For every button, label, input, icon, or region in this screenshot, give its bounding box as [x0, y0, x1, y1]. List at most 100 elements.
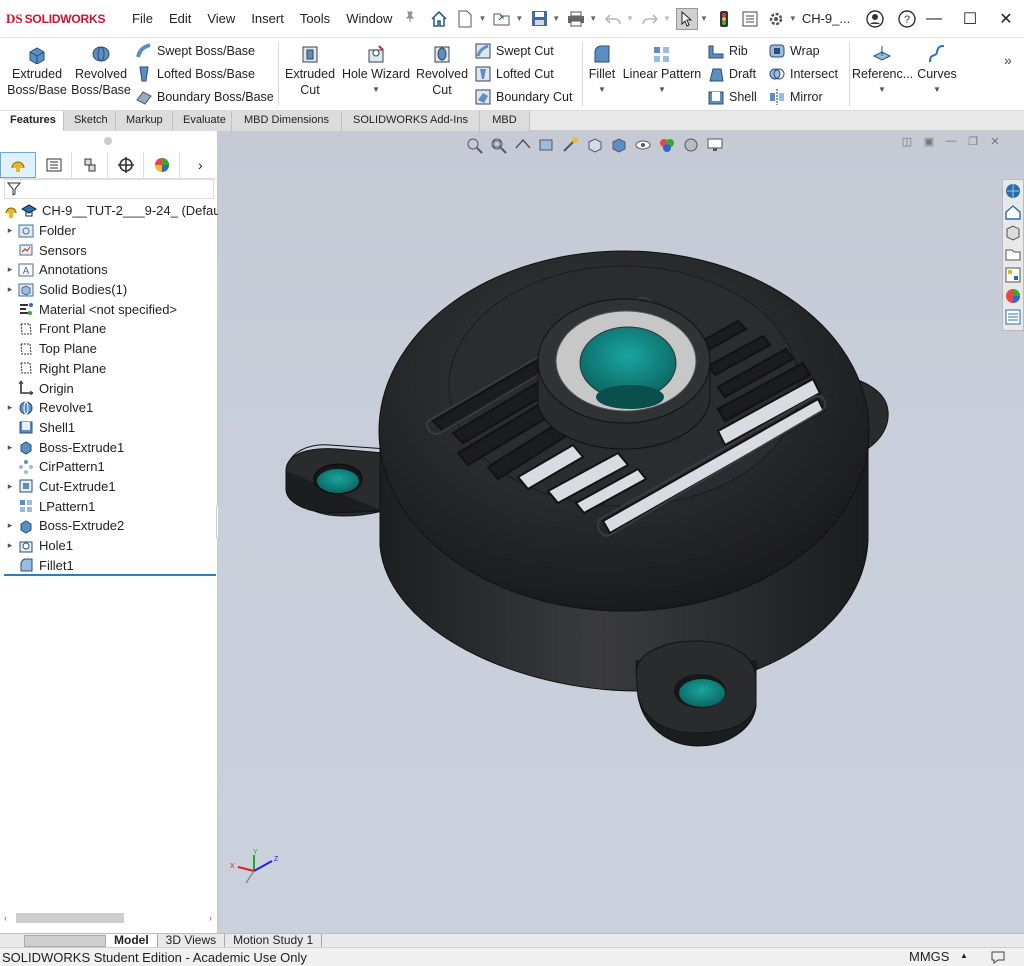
tab-model[interactable]: Model — [106, 934, 158, 947]
tab-mbd[interactable]: MBD — [480, 111, 530, 131]
scroll-right-icon[interactable]: › — [209, 913, 212, 923]
tab-motion-study-1[interactable]: Motion Study 1 — [225, 934, 323, 947]
menu-file[interactable]: File — [124, 0, 161, 38]
unit-system-selector[interactable]: MMGS — [909, 949, 949, 964]
menu-tools[interactable]: Tools — [292, 0, 338, 38]
minimize-icon[interactable]: — — [916, 10, 952, 28]
chevron-down-icon[interactable]: ▼ — [700, 14, 708, 23]
tree-item-fillet1[interactable]: Fillet1 — [0, 555, 218, 575]
help-icon[interactable]: ? — [896, 8, 918, 30]
linear-pattern-button[interactable]: Linear Pattern ▼ — [622, 40, 702, 98]
extruded-boss-button[interactable]: Extruded Boss/Base — [6, 40, 68, 98]
graphics-area[interactable]: ◫ ▣ — ❐ ✕ Y X Z — [218, 131, 1024, 933]
chevron-down-icon[interactable]: ▼ — [478, 14, 486, 23]
undo-icon[interactable] — [602, 8, 624, 30]
revolved-cut-button[interactable]: Revolved Cut — [414, 40, 470, 98]
tree-item-revolve1[interactable]: ▸ Revolve1 — [0, 398, 218, 418]
chevron-right-icon[interactable]: › — [198, 157, 203, 173]
tree-item-material-not-specified[interactable]: Material <not specified> — [0, 299, 218, 319]
tab-evaluate[interactable]: Evaluate — [173, 111, 232, 131]
rollback-bar[interactable] — [4, 574, 216, 576]
expand-arrow-icon[interactable]: ▸ — [4, 540, 16, 551]
tree-item-boss-extrude1[interactable]: ▸ Boss-Extrude1 — [0, 437, 218, 457]
tree-root-part[interactable]: CH-9__TUT-2___9-24_ (Defau — [0, 201, 218, 221]
account-icon[interactable] — [864, 8, 886, 30]
expand-arrow-icon[interactable]: ▸ — [4, 442, 16, 453]
tab-scroll-buttons[interactable] — [24, 934, 106, 947]
tree-item-top-plane[interactable]: Top Plane — [0, 339, 218, 359]
chevron-down-icon[interactable]: ▼ — [663, 14, 671, 23]
dimxpert-manager-tab-icon[interactable] — [108, 151, 144, 178]
expand-arrow-icon[interactable]: ▸ — [4, 520, 16, 531]
rib-button[interactable]: Rib — [707, 40, 748, 62]
pin-icon[interactable] — [400, 0, 420, 38]
customize-status-icon[interactable] — [990, 950, 1006, 966]
configuration-manager-tab-icon[interactable] — [72, 151, 108, 178]
tab-solidworks-add-ins[interactable]: SOLIDWORKS Add-Ins — [342, 111, 480, 131]
tree-item-origin[interactable]: Origin — [0, 378, 218, 398]
chevron-down-icon[interactable]: ▼ — [340, 82, 412, 98]
property-manager-tab-icon[interactable] — [36, 151, 72, 178]
redo-icon[interactable] — [639, 8, 661, 30]
menu-window[interactable]: Window — [338, 0, 400, 38]
tab-3d-views[interactable]: 3D Views — [158, 934, 226, 947]
panel-collapse-handle[interactable] — [104, 137, 112, 145]
open-folder-icon[interactable] — [491, 8, 513, 30]
chevron-down-icon[interactable]: ▼ — [585, 82, 619, 98]
tree-filter-input[interactable] — [4, 179, 214, 199]
rebuild-traffic-light-icon[interactable] — [713, 8, 735, 30]
scroll-left-icon[interactable]: ‹ — [4, 913, 7, 923]
chevron-down-icon[interactable]: ▼ — [789, 14, 797, 23]
tree-item-front-plane[interactable]: Front Plane — [0, 319, 218, 339]
part-model-render[interactable] — [218, 131, 1024, 933]
swept-boss-button[interactable]: Swept Boss/Base — [135, 40, 255, 62]
extruded-cut-button[interactable]: Extruded Cut — [281, 40, 339, 98]
save-icon[interactable] — [528, 8, 550, 30]
scroll-thumb[interactable] — [16, 913, 124, 923]
tree-item-annotations[interactable]: ▸ A Annotations — [0, 260, 218, 280]
boundary-boss-button[interactable]: Boundary Boss/Base — [135, 86, 274, 108]
chevron-up-icon[interactable]: ▲ — [960, 951, 968, 960]
swept-cut-button[interactable]: Swept Cut — [474, 40, 554, 62]
tree-item-folder[interactable]: ▸ Folder — [0, 221, 218, 241]
expand-arrow-icon[interactable]: ▸ — [4, 284, 16, 295]
close-icon[interactable]: ✕ — [988, 9, 1024, 29]
print-icon[interactable] — [565, 8, 587, 30]
chevron-down-icon[interactable]: ▼ — [622, 82, 702, 98]
options-gear-icon[interactable] — [765, 8, 787, 30]
tree-horizontal-scrollbar[interactable]: ‹ › — [4, 911, 214, 925]
chevron-down-icon[interactable]: ▼ — [589, 14, 597, 23]
curves-button[interactable]: Curves ▼ — [914, 40, 960, 98]
shell-button[interactable]: Shell — [707, 86, 757, 108]
tree-item-shell1[interactable]: Shell1 — [0, 418, 218, 438]
menu-insert[interactable]: Insert — [243, 0, 292, 38]
maximize-icon[interactable]: ☐ — [952, 9, 988, 29]
solidworks-logo[interactable]: DS SOLIDWORKS — [6, 0, 124, 38]
menu-view[interactable]: View — [199, 0, 243, 38]
new-document-icon[interactable] — [454, 8, 476, 30]
file-properties-icon[interactable] — [739, 8, 761, 30]
fillet-button[interactable]: Fillet ▼ — [585, 40, 619, 98]
hole-wizard-button[interactable]: Hole Wizard ▼ — [340, 40, 412, 98]
chevron-down-icon[interactable]: ▼ — [852, 82, 912, 98]
display-manager-tab-icon[interactable] — [144, 151, 180, 178]
tree-item-lpattern1[interactable]: LPattern1 — [0, 496, 218, 516]
tree-item-solid-bodies-1[interactable]: ▸ Solid Bodies(1) — [0, 280, 218, 300]
lofted-cut-button[interactable]: Lofted Cut — [474, 63, 554, 85]
chevron-down-icon[interactable]: ▼ — [626, 14, 634, 23]
boundary-cut-button[interactable]: Boundary Cut — [474, 86, 572, 108]
tab-features[interactable]: Features — [0, 111, 64, 131]
tree-item-boss-extrude2[interactable]: ▸ Boss-Extrude2 — [0, 516, 218, 536]
wrap-button[interactable]: Wrap — [768, 40, 820, 62]
chevron-down-icon[interactable]: ▼ — [515, 14, 523, 23]
ribbon-overflow-icon[interactable]: » — [1004, 52, 1012, 68]
select-cursor-icon[interactable] — [675, 7, 698, 30]
draft-button[interactable]: Draft — [707, 63, 756, 85]
tab-mbd-dimensions[interactable]: MBD Dimensions — [232, 111, 342, 131]
home-icon[interactable] — [428, 8, 450, 30]
expand-arrow-icon[interactable]: ▸ — [4, 402, 16, 413]
menu-edit[interactable]: Edit — [161, 0, 199, 38]
feature-manager-tab-icon[interactable] — [0, 151, 36, 178]
chevron-down-icon[interactable]: ▼ — [914, 82, 960, 98]
lofted-boss-button[interactable]: Lofted Boss/Base — [135, 63, 255, 85]
